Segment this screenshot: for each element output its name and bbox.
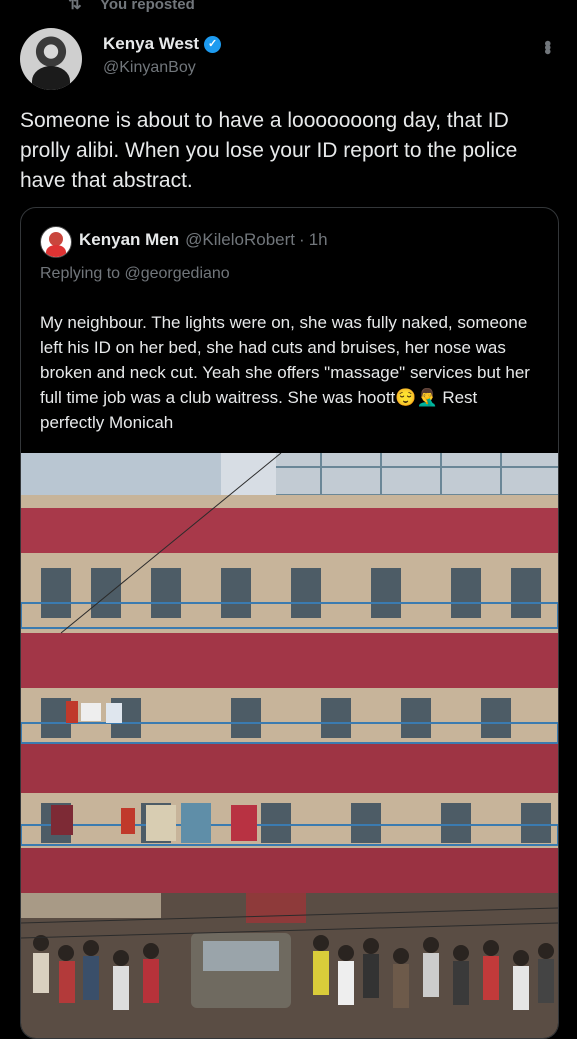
quote-text: My neighbour. The lights were on, she wa…	[40, 313, 530, 432]
tweet-text: Someone is about to have a looooooong da…	[20, 109, 518, 192]
quote-timestamp[interactable]: 1h	[309, 230, 328, 250]
author-name[interactable]: Kenya West ✓	[103, 34, 222, 54]
quote-author-handle[interactable]: @KileloRobert	[185, 230, 295, 250]
quoted-tweet-card[interactable]: Kenyan Men @KileloRobert · 1h Replying t…	[20, 207, 559, 1039]
quote-author-avatar[interactable]	[40, 226, 72, 258]
quote-author-name[interactable]: Kenyan Men	[79, 230, 179, 250]
verified-badge-icon: ✓	[204, 35, 222, 53]
repost-indicator: ⇅ You reposted	[64, 0, 195, 14]
repost-icon: ⇅	[68, 0, 82, 13]
replying-to: Replying to @georgediano	[40, 265, 230, 282]
repost-label: You reposted	[100, 0, 195, 13]
quote-separator: ·	[299, 230, 305, 249]
quote-header: Kenyan Men @KileloRobert · 1h	[79, 230, 328, 250]
attached-photo[interactable]	[21, 453, 558, 1038]
author-avatar[interactable]	[20, 28, 82, 90]
more-options-icon[interactable]: •••	[536, 40, 558, 52]
author-handle[interactable]: @KinyanBoy	[103, 59, 196, 77]
